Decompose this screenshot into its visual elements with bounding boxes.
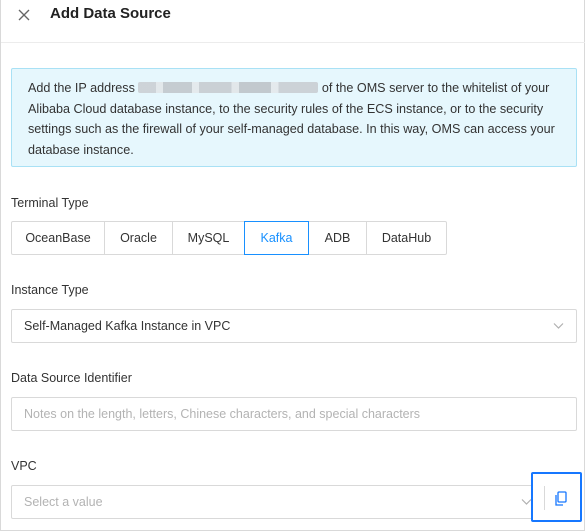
terminal-option-kafka[interactable]: Kafka (244, 221, 309, 255)
terminal-option-mysql[interactable]: MySQL (172, 221, 245, 255)
notice-text-before: Add the IP address (28, 81, 135, 95)
redacted-ip-address (138, 82, 319, 93)
instance-type-label: Instance Type (11, 283, 89, 297)
dialog-title: Add Data Source (50, 5, 171, 22)
chevron-down-icon (553, 323, 564, 329)
copy-button-divider (544, 486, 570, 510)
close-icon (18, 9, 30, 21)
dialog-header: Add Data Source (1, 0, 585, 43)
terminal-option-oceanbase[interactable]: OceanBase (11, 221, 105, 255)
terminal-option-datahub[interactable]: DataHub (366, 221, 447, 255)
terminal-type-selector: OceanBase Oracle MySQL Kafka ADB DataHub (11, 221, 447, 255)
copy-icon (555, 491, 567, 506)
close-button[interactable] (15, 4, 35, 26)
ip-whitelist-notice: Add the IP address of the OMS server to … (11, 68, 577, 167)
terminal-type-label: Terminal Type (11, 196, 89, 210)
data-source-identifier-input[interactable] (11, 397, 577, 431)
vpc-copy-button[interactable] (531, 472, 582, 522)
dialog-panel: Add Data Source Add the IP address of th… (0, 0, 585, 531)
terminal-option-oracle[interactable]: Oracle (104, 221, 173, 255)
vpc-label: VPC (11, 459, 37, 473)
data-source-identifier-label: Data Source Identifier (11, 371, 132, 385)
instance-type-value: Self-Managed Kafka Instance in VPC (24, 319, 231, 333)
instance-type-select[interactable]: Self-Managed Kafka Instance in VPC (11, 309, 577, 343)
vpc-select[interactable]: Select a value (11, 485, 543, 519)
vpc-placeholder: Select a value (24, 495, 103, 509)
terminal-option-adb[interactable]: ADB (308, 221, 367, 255)
